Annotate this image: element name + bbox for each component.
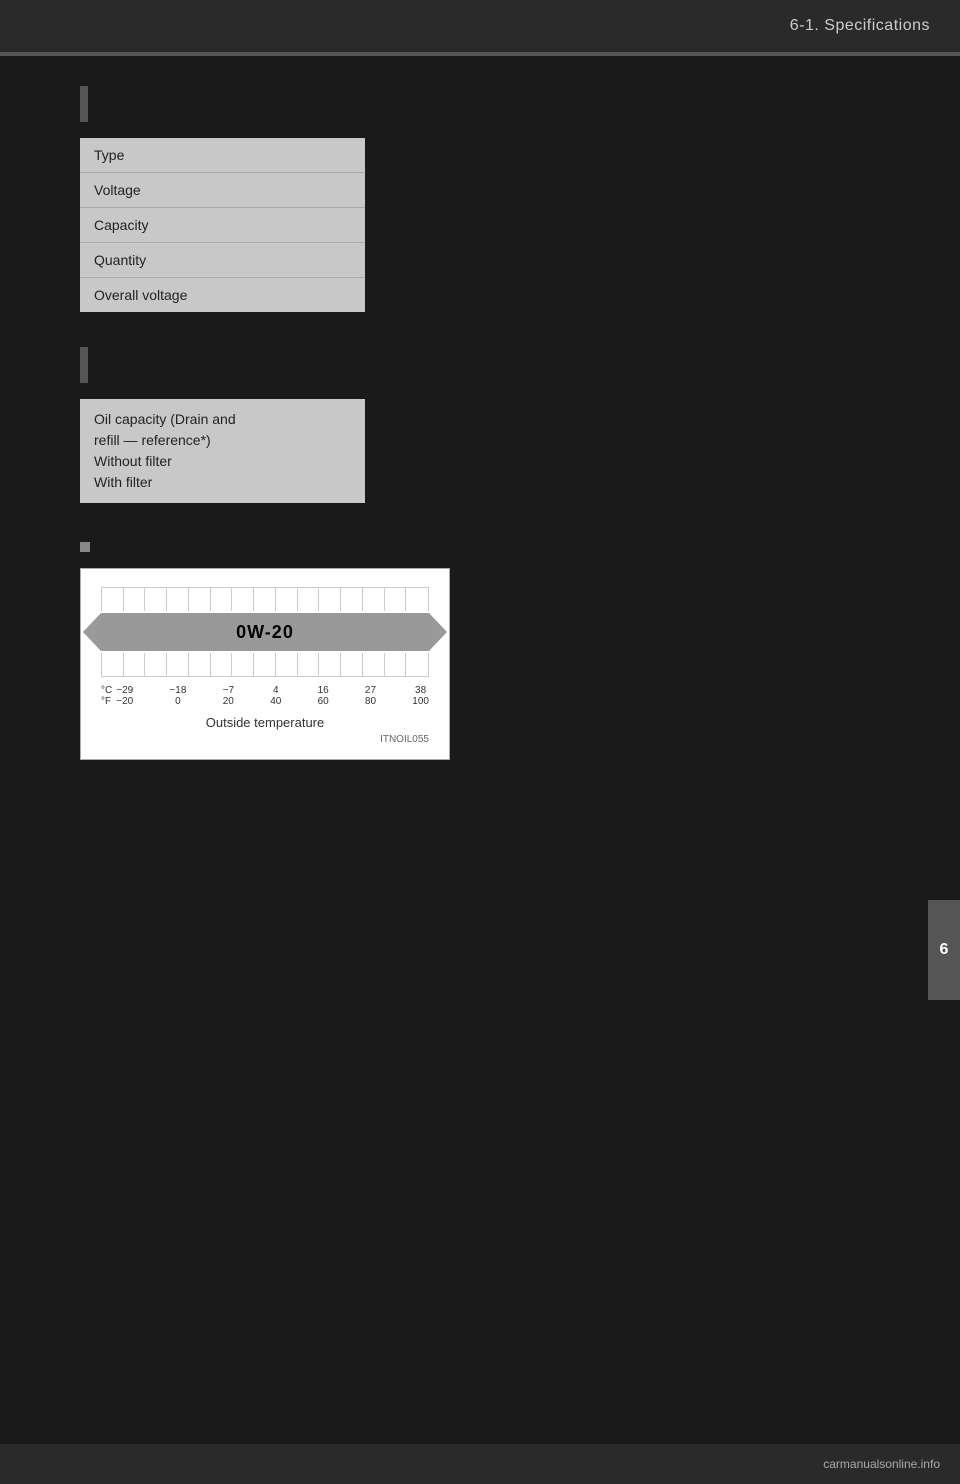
fahrenheit-val: 0 (175, 696, 181, 707)
table-row: Overall voltage (80, 278, 365, 313)
temp-pair-6: 38 100 (412, 685, 429, 707)
grid-cell (363, 653, 385, 676)
grid-cell (363, 588, 385, 611)
grid-cell (254, 653, 276, 676)
grid-cell (341, 653, 363, 676)
degree-labels: °C °F (101, 685, 112, 707)
fahrenheit-val: −20 (116, 696, 133, 707)
grid-cell (211, 653, 233, 676)
grid-cell (232, 653, 254, 676)
grid-cell (167, 588, 189, 611)
celsius-val: 38 (415, 685, 426, 696)
header-title: 6-1. Specifications (790, 17, 930, 35)
battery-table: Type Voltage Capacity Quantity Overall v… (80, 138, 365, 312)
fahrenheit-label: °F (101, 696, 112, 707)
celsius-val: 16 (318, 685, 329, 696)
oil-chart-container: 0W-20 °C °F (80, 568, 450, 760)
grid-cell (167, 653, 189, 676)
section2-bar (80, 347, 88, 383)
bottom-bar: carmanualsonline.info (0, 1444, 960, 1484)
grid-cell (145, 588, 167, 611)
table-row: Capacity (80, 208, 365, 243)
section2-heading (80, 347, 910, 383)
fahrenheit-val: 20 (223, 696, 234, 707)
temp-pair-0: −29 −20 (116, 685, 133, 707)
grid-cell (254, 588, 276, 611)
table-cell: Overall voltage (80, 278, 365, 313)
table-row: Type (80, 138, 365, 173)
fahrenheit-val: 80 (365, 696, 376, 707)
chart-grid-bottom (101, 653, 429, 677)
grid-cell (189, 588, 211, 611)
oil-capacity-text: Oil capacity (Drain andrefill — referenc… (94, 411, 236, 490)
chart-grid-top (101, 587, 429, 611)
bullet-section (80, 538, 910, 556)
celsius-val: −7 (223, 685, 234, 696)
temp-pair-4: 16 60 (318, 685, 329, 707)
temp-pair-5: 27 80 (365, 685, 376, 707)
fahrenheit-val: 40 (270, 696, 281, 707)
grid-cell (298, 653, 320, 676)
grid-cell (124, 588, 146, 611)
chart-code: ITNOIL055 (101, 734, 429, 745)
grid-cell (124, 653, 146, 676)
battery-section: Type Voltage Capacity Quantity Overall v… (80, 86, 910, 312)
grid-cell (406, 653, 428, 676)
table-cell: Quantity (80, 243, 365, 278)
table-row: Quantity (80, 243, 365, 278)
grid-cell (211, 588, 233, 611)
side-tab-number: 6 (940, 941, 949, 959)
grid-cell (145, 653, 167, 676)
celsius-val: 27 (365, 685, 376, 696)
table-row: Voltage (80, 173, 365, 208)
grid-cell (276, 653, 298, 676)
fahrenheit-val: 100 (412, 696, 429, 707)
oil-grade-band: 0W-20 (101, 613, 429, 651)
grid-cell (319, 653, 341, 676)
temp-pair-3: 4 40 (270, 685, 281, 707)
table-row: Oil capacity (Drain andrefill — referenc… (80, 399, 365, 503)
temp-pair-1: −18 0 (169, 685, 186, 707)
outside-temp-label: Outside temperature (101, 715, 429, 730)
oil-section: Oil capacity (Drain andrefill — referenc… (80, 347, 910, 503)
grid-cell (189, 653, 211, 676)
bottom-logo: carmanualsonline.info (823, 1457, 940, 1471)
table-cell: Voltage (80, 173, 365, 208)
grid-cell (232, 588, 254, 611)
oil-capacity-cell: Oil capacity (Drain andrefill — referenc… (80, 399, 365, 503)
side-tab: 6 (928, 900, 960, 1000)
fahrenheit-val: 60 (318, 696, 329, 707)
grid-cell (341, 588, 363, 611)
section1-heading (80, 86, 910, 122)
celsius-val: −18 (169, 685, 186, 696)
grid-cell (385, 588, 407, 611)
grid-cell (406, 588, 428, 611)
oil-grade-label: 0W-20 (236, 622, 294, 643)
header-bar: 6-1. Specifications (0, 0, 960, 52)
table-cell: Capacity (80, 208, 365, 243)
grid-cell (102, 653, 124, 676)
table-cell: Type (80, 138, 365, 173)
grid-cell (102, 588, 124, 611)
section1-bar (80, 86, 88, 122)
grid-cell (298, 588, 320, 611)
celsius-label: °C (101, 685, 112, 696)
temp-axis: °C °F −29 −20 −18 0 −7 20 4 40 (101, 685, 429, 707)
celsius-val: −29 (116, 685, 133, 696)
bullet-icon (80, 542, 90, 552)
temp-values: −29 −20 −18 0 −7 20 4 40 16 60 (116, 685, 429, 707)
grid-cell (385, 653, 407, 676)
grid-cell (319, 588, 341, 611)
grid-cell (276, 588, 298, 611)
celsius-val: 4 (273, 685, 279, 696)
temp-pair-2: −7 20 (223, 685, 234, 707)
oil-table: Oil capacity (Drain andrefill — referenc… (80, 399, 365, 503)
main-content: Type Voltage Capacity Quantity Overall v… (0, 56, 960, 800)
